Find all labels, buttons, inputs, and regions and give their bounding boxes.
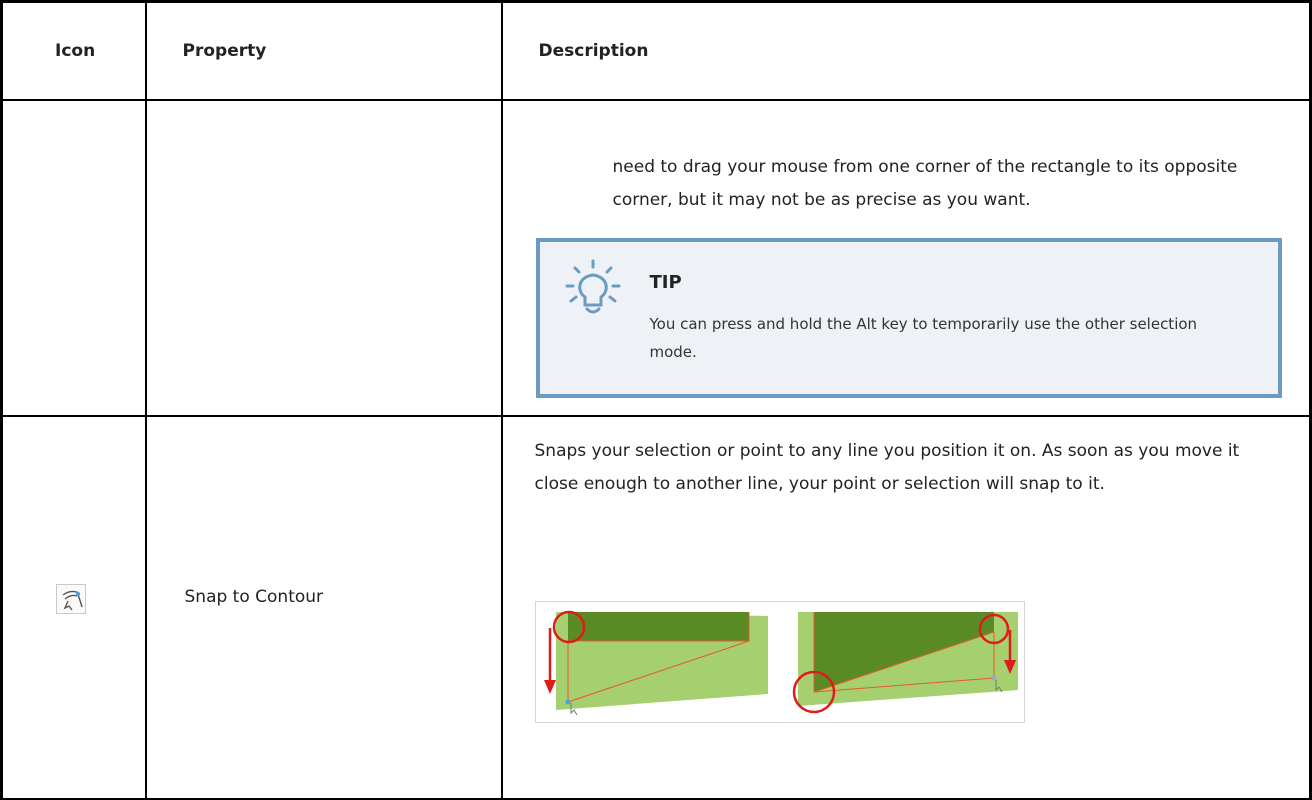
header-icon: Icon (0, 0, 147, 101)
tip-body: You can press and hold the Alt key to te… (649, 315, 1198, 361)
tip-title: TIP (649, 272, 682, 293)
snap-to-contour-icon (56, 584, 86, 615)
header-description: Description (500, 0, 1312, 101)
description-text: Snaps your selection or point to any lin… (534, 441, 1240, 495)
property-cell: Snap to Contour (144, 415, 503, 800)
icon-cell (0, 415, 147, 800)
icon-cell (0, 98, 147, 418)
lightbulb-icon (565, 259, 620, 314)
properties-table: Icon Property Description need to drag y… (0, 0, 1312, 800)
description-cell: Snaps your selection or point to any lin… (500, 415, 1312, 800)
table-header-row: Icon Property Description (0, 0, 1312, 101)
table-row: need to drag your mouse from one corner … (0, 98, 1312, 418)
property-cell (144, 98, 503, 418)
snap-illustration (534, 601, 1025, 724)
description-cell: need to drag your mouse from one corner … (500, 98, 1312, 418)
description-text: need to drag your mouse from one corner … (612, 157, 1238, 210)
tip-box: TIP You can press and hold the Alt key t… (535, 238, 1282, 398)
header-property: Property (144, 0, 503, 101)
property-name: Snap to Contour (184, 587, 324, 608)
table-row: Snap to Contour Snaps your selection or … (0, 415, 1312, 800)
